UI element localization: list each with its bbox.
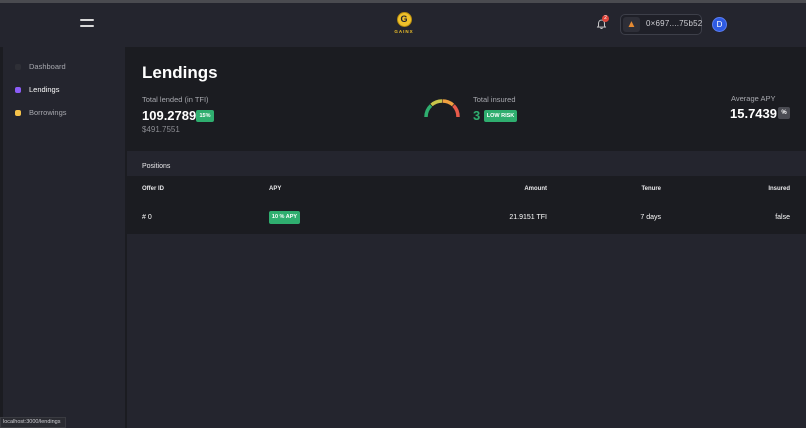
- top-header: G GAINX 2 ▲ 0×697....75b52 D: [0, 3, 806, 47]
- lendings-summary: Lendings Total lended (in TFI) 109.2789 …: [127, 47, 806, 151]
- column-tenure: Tenure: [641, 186, 661, 192]
- total-lended-usd: $491.7551: [142, 125, 180, 134]
- amount-cell: 21.9151 TFI: [509, 214, 547, 221]
- borrowings-dot-icon: [15, 110, 21, 116]
- total-insured-label: Total insured: [473, 95, 516, 104]
- content-empty-area: [127, 234, 806, 428]
- lended-percent-badge: 15%: [196, 110, 214, 122]
- column-offer-id: Offer ID: [142, 186, 165, 192]
- gainx-logo[interactable]: G GAINX: [392, 12, 416, 34]
- sidebar: Dashboard Lendings Borrowings: [3, 47, 125, 428]
- risk-level-badge: LOW RISK: [484, 110, 517, 122]
- tenure-cell: 7 days: [640, 214, 661, 221]
- dashboard-dot-icon: [15, 64, 21, 70]
- apy-percent-badge: %: [778, 107, 790, 119]
- table-row[interactable]: # 0 10 % APY 21.9151 TFI 7 days false: [127, 204, 806, 234]
- insured-cell: false: [775, 214, 790, 221]
- column-amount: Amount: [524, 186, 547, 192]
- positions-header: Positions: [127, 151, 806, 176]
- metamask-fox-icon: ▲: [623, 17, 640, 32]
- total-lended-value: 109.2789: [142, 108, 197, 123]
- logo-text: GAINX: [394, 29, 414, 34]
- total-insured-value: 3: [473, 108, 481, 123]
- sidebar-item-lendings[interactable]: Lendings: [15, 84, 120, 98]
- sidebar-item-label: Dashboard: [29, 62, 66, 71]
- positions-title: Positions: [142, 163, 171, 170]
- menu-toggle-icon[interactable]: [80, 19, 94, 27]
- lendings-dot-icon: [15, 87, 21, 93]
- sidebar-item-dashboard[interactable]: Dashboard: [15, 61, 120, 75]
- total-lended-label: Total lended (in TFI): [142, 95, 209, 104]
- browser-status-url: localhost:3000/lendings: [0, 417, 66, 428]
- apy-badge: 10 % APY: [269, 211, 300, 224]
- column-insured: Insured: [768, 186, 790, 192]
- average-apy-label: Average APY: [731, 94, 776, 103]
- profile-avatar-icon[interactable]: D: [712, 17, 727, 32]
- offer-id-cell: # 0: [142, 214, 152, 221]
- risk-gauge-icon: [424, 99, 460, 118]
- notification-badge: 2: [602, 15, 609, 22]
- average-apy-value: 15.7439: [730, 106, 777, 121]
- page-title: Lendings: [142, 63, 218, 82]
- sidebar-item-label: Lendings: [29, 85, 60, 94]
- logo-coin-icon: G: [396, 12, 412, 27]
- sidebar-item-borrowings[interactable]: Borrowings: [15, 107, 120, 121]
- positions-table-header: Offer ID APY Amount Tenure Insured: [127, 176, 806, 204]
- wallet-address: 0×697....75b52: [646, 19, 703, 28]
- sidebar-item-label: Borrowings: [29, 108, 67, 117]
- wallet-button[interactable]: ▲ 0×697....75b52: [620, 14, 702, 35]
- column-apy: APY: [269, 186, 282, 192]
